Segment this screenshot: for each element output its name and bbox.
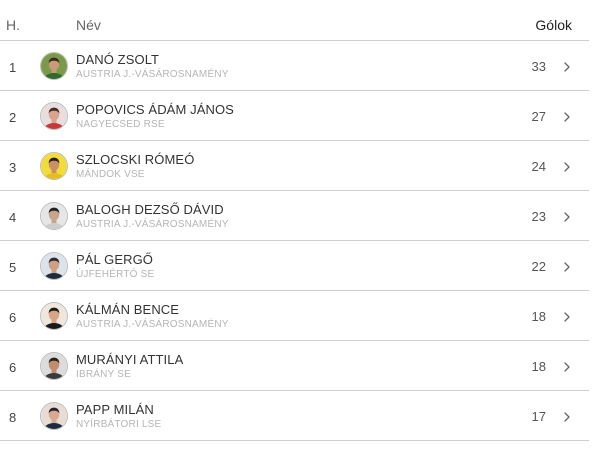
chevron-right-icon[interactable] [563, 360, 571, 372]
player-goals: 23 [531, 209, 546, 224]
player-rank: 3 [9, 160, 17, 175]
player-avatar [40, 352, 68, 380]
table-row[interactable]: 2 POPOVICS ÁDÁM JÁNOS NAGYECSED RSE 27 [0, 91, 589, 141]
player-avatar [40, 52, 68, 80]
player-club: AUSTRIA J.-VÁSÁROSNAMÉNY [76, 69, 229, 80]
table-row[interactable]: 1 DANÓ ZSOLT AUSTRIA J.-VÁSÁROSNAMÉNY 33 [0, 41, 589, 91]
player-goals: 33 [531, 59, 546, 74]
player-rank: 6 [9, 310, 17, 325]
player-club: NAGYECSED RSE [76, 119, 165, 130]
player-club: MÁNDOK VSE [76, 169, 145, 180]
table-row[interactable]: 6 MURÁNYI ATTILA IBRÁNY SE 18 [0, 341, 589, 391]
player-name: BALOGH DEZSŐ DÁVID [76, 202, 224, 217]
player-name: DANÓ ZSOLT [76, 52, 160, 67]
player-goals: 27 [531, 109, 546, 124]
player-avatar [40, 402, 68, 430]
name-column-header: Név [76, 17, 101, 33]
player-name: KÁLMÁN BENCE [76, 302, 180, 317]
player-avatar [40, 302, 68, 330]
chevron-right-icon[interactable] [563, 210, 571, 222]
player-avatar [40, 252, 68, 280]
chevron-right-icon[interactable] [563, 310, 571, 322]
player-rank: 5 [9, 260, 17, 275]
player-rank: 4 [9, 210, 17, 225]
player-club: ÚJFEHÉRTÓ SE [76, 269, 155, 280]
goals-column-header[interactable]: Gólok [535, 17, 572, 33]
table-header: H. Név Gólok [0, 0, 589, 41]
chevron-right-icon[interactable] [563, 260, 571, 272]
player-name: SZLOCSKI RÓMEÓ [76, 152, 195, 167]
player-avatar [40, 152, 68, 180]
player-goals: 18 [531, 359, 546, 374]
rank-column-header: H. [6, 17, 20, 33]
player-goals: 18 [531, 309, 546, 324]
player-goals: 22 [531, 259, 546, 274]
chevron-right-icon[interactable] [563, 410, 571, 422]
top-scorers-table: H. Név Gólok 1 DANÓ ZSOLT AUSTRIA J.-VÁSÁR… [0, 0, 589, 459]
player-name: PÁL GERGŐ [76, 252, 153, 267]
chevron-right-icon[interactable] [563, 110, 571, 122]
chevron-right-icon[interactable] [563, 60, 571, 72]
player-rank: 6 [9, 360, 17, 375]
player-name: MURÁNYI ATTILA [76, 352, 184, 367]
player-goals: 24 [531, 159, 546, 174]
table-row[interactable]: 8 PAPP MILÁN NYÍRBÁTORI LSE 17 [0, 391, 589, 441]
player-avatar [40, 202, 68, 230]
player-club: AUSTRIA J.-VÁSÁROSNAMÉNY [76, 319, 229, 330]
chevron-right-icon[interactable] [563, 160, 571, 172]
player-rank: 2 [9, 110, 17, 125]
table-row[interactable]: 6 KÁLMÁN BENCE AUSTRIA J.-VÁSÁROSNAMÉNY 18 [0, 291, 589, 341]
table-row[interactable]: 4 BALOGH DEZSŐ DÁVID AUSTRIA J.-VÁSÁROSNAM… [0, 191, 589, 241]
player-goals: 17 [531, 409, 546, 424]
player-name: PAPP MILÁN [76, 402, 154, 417]
table-row[interactable]: 5 PÁL GERGŐ ÚJFEHÉRTÓ SE 22 [0, 241, 589, 291]
player-club: IBRÁNY SE [76, 369, 131, 380]
player-avatar [40, 102, 68, 130]
player-rank: 8 [9, 410, 17, 425]
table-row[interactable]: 3 SZLOCSKI RÓMEÓ MÁNDOK VSE 24 [0, 141, 589, 191]
player-club: NYÍRBÁTORI LSE [76, 419, 162, 430]
player-rank: 1 [9, 60, 17, 75]
player-club: AUSTRIA J.-VÁSÁROSNAMÉNY [76, 219, 229, 230]
player-name: POPOVICS ÁDÁM JÁNOS [76, 102, 234, 117]
